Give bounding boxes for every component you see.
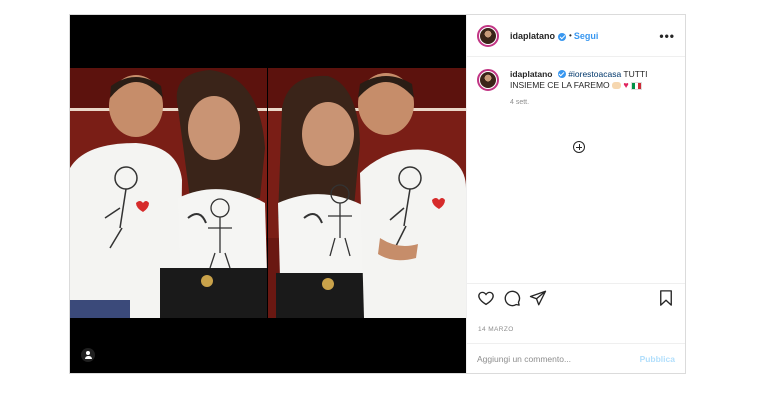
- post-header: idaplatano • Segui •••: [467, 15, 685, 57]
- muscle-emoji-icon: [612, 82, 622, 90]
- plus-circle-icon[interactable]: [573, 141, 585, 153]
- verified-badge-icon: [557, 70, 566, 78]
- italy-flag-icon: [631, 81, 643, 90]
- comment-input[interactable]: [477, 353, 640, 364]
- caption-time[interactable]: 4 sett.: [510, 97, 670, 108]
- verified-badge-icon: [558, 32, 567, 41]
- post-photo-right: [268, 68, 466, 318]
- post-media[interactable]: [70, 15, 466, 373]
- caption: idaplatano #iorestoacasa TUTTI INSIEME C…: [467, 57, 685, 108]
- action-bar: [467, 283, 685, 311]
- caption-username[interactable]: idaplatano: [510, 69, 553, 79]
- bookmark-icon[interactable]: [657, 289, 675, 307]
- instagram-post: idaplatano • Segui ••• idaplatano #iores…: [69, 14, 686, 374]
- user-tag-icon[interactable]: [81, 348, 95, 362]
- header-username[interactable]: idaplatano: [510, 31, 555, 41]
- caption-avatar[interactable]: [477, 69, 499, 91]
- post-date[interactable]: 14 MARZO: [478, 326, 514, 333]
- comments-section: idaplatano #iorestoacasa TUTTI INSIEME C…: [467, 57, 685, 287]
- post-photo-left: [70, 68, 267, 318]
- separator-dot: •: [569, 31, 572, 40]
- comment-form: Pubblica: [467, 343, 685, 373]
- comment-icon[interactable]: [503, 289, 521, 307]
- heart-icon[interactable]: [477, 289, 495, 307]
- more-options-icon[interactable]: •••: [659, 29, 675, 43]
- paper-plane-icon[interactable]: [529, 289, 547, 307]
- post-sidebar: idaplatano • Segui ••• idaplatano #iores…: [466, 15, 685, 373]
- caption-hashtag[interactable]: #iorestoacasa: [568, 69, 621, 79]
- avatar[interactable]: [477, 24, 499, 47]
- follow-button[interactable]: Segui: [574, 31, 599, 41]
- publish-button[interactable]: Pubblica: [640, 354, 675, 364]
- heart-emoji-icon: ♥: [623, 80, 629, 90]
- caption-text: idaplatano #iorestoacasa TUTTI INSIEME C…: [510, 69, 670, 108]
